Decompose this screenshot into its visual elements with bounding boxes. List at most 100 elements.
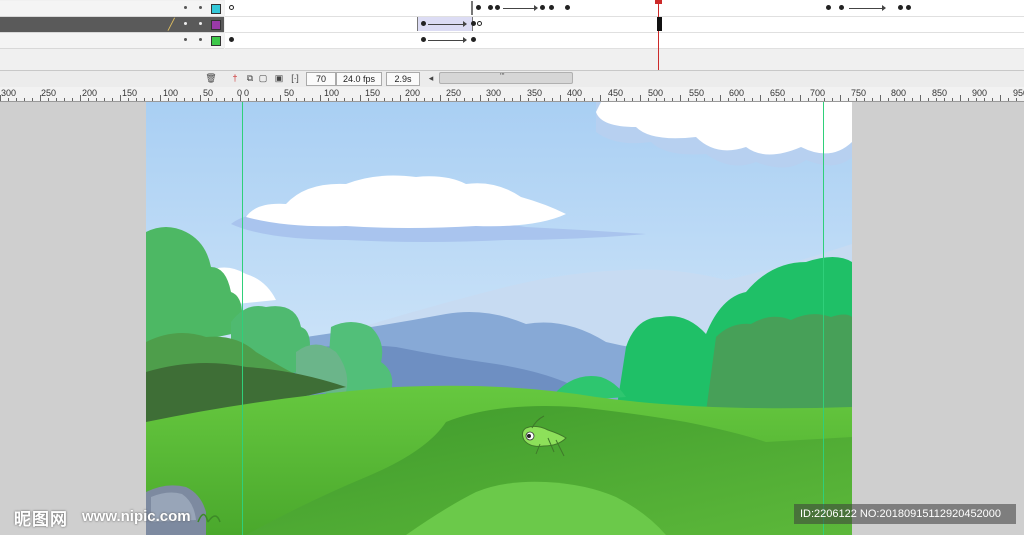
scrollbar-grip[interactable]: ''' [500,72,505,81]
ruler-tick [480,95,481,101]
ruler-tick [80,95,81,101]
ruler-tick [760,95,761,101]
ruler-tick [240,95,241,101]
ruler-tick [400,95,401,101]
keyframe-marker[interactable] [471,1,473,15]
vertical-guide[interactable] [242,102,243,535]
ruler-tick [848,98,849,101]
ruler-tick [56,98,57,101]
ruler-tick [552,98,553,101]
ruler-label: 650 [770,88,786,98]
empty-keyframe[interactable] [229,5,234,10]
ruler-tick [1000,95,1001,101]
lock-dot-icon[interactable] [199,22,202,25]
frame-row[interactable] [225,17,1024,33]
playhead-handle[interactable] [655,0,662,4]
ruler-tick [680,95,681,101]
keyframe[interactable] [826,5,831,10]
current-frame-field[interactable]: 70 [306,72,336,86]
lock-dot-icon[interactable] [199,6,202,9]
keyframe[interactable] [839,5,844,10]
ruler-tick [488,98,489,101]
keyframe[interactable] [421,37,426,42]
keyframe[interactable] [565,5,570,10]
ruler-label: 950 [1013,88,1024,98]
ruler-tick [856,98,857,101]
center-frame-icon[interactable]: † [231,73,239,84]
playhead[interactable] [658,0,659,70]
empty-keyframe[interactable] [477,21,482,26]
ruler-tick [24,98,25,101]
keyframe[interactable] [471,21,476,26]
ruler-tick [704,98,705,101]
ruler-tick [72,98,73,101]
keyframe[interactable] [476,5,481,10]
ruler-tick [8,98,9,101]
ruler-tick [248,98,249,101]
edit-multiple-frames-icon[interactable]: ▣ [274,73,284,84]
frame-row[interactable] [225,1,1024,17]
layer-row-bottom[interactable] [0,33,224,49]
ruler-label: 200 [82,88,98,98]
ruler-tick [296,98,297,101]
ruler-tick [456,98,457,101]
ruler-tick [720,95,721,101]
keyframe[interactable] [549,5,554,10]
ruler-tick [64,98,65,101]
keyframe[interactable] [906,5,911,10]
ruler-tick [656,98,657,101]
keyframe[interactable] [898,5,903,10]
layer-row-top[interactable] [0,1,224,17]
layer-row-selected[interactable]: ╱ [0,17,224,33]
ruler-tick [600,95,601,101]
frames-grid[interactable] [225,0,1024,49]
ruler-tick [192,98,193,101]
scene-illustration [146,102,852,535]
timeline-scrollbar[interactable] [439,72,573,84]
ruler-label: 400 [567,88,583,98]
keyframe[interactable] [488,5,493,10]
visibility-dot-icon[interactable] [184,6,187,9]
ruler-label: 200 [405,88,421,98]
onion-outline-icon[interactable]: ▢ [258,73,268,84]
vertical-guide[interactable] [823,102,824,535]
trash-icon[interactable]: 🗑 [205,73,217,84]
ruler-label: 500 [648,88,664,98]
stage-canvas[interactable] [146,102,852,535]
keyframe[interactable] [421,21,426,26]
ruler-tick [648,98,649,101]
ruler-tick [568,98,569,101]
visibility-dot-icon[interactable] [184,22,187,25]
ruler-tick [784,98,785,101]
keyframe[interactable] [471,37,476,42]
ruler-tick [528,98,529,101]
ruler-tick [32,98,33,101]
ruler-tick [640,95,641,101]
keyframe[interactable] [229,37,234,42]
visibility-dot-icon[interactable] [184,38,187,41]
ruler-tick [832,98,833,101]
keyframe[interactable] [540,5,545,10]
lock-dot-icon[interactable] [199,38,202,41]
layer-color-swatch[interactable] [211,36,221,46]
layer-color-swatch[interactable] [211,4,221,14]
ruler-tick [864,98,865,101]
ruler-tick [464,98,465,101]
frame-row[interactable] [225,33,1024,49]
ruler-tick [328,98,329,101]
ruler-tick [184,98,185,101]
modify-markers-icon[interactable]: [∙] [290,73,300,84]
layer-color-swatch[interactable] [211,20,221,30]
ruler-tick [728,98,729,101]
ruler-tick [272,98,273,101]
ruler-label: 900 [972,88,988,98]
ruler-tick [904,98,905,101]
elapsed-time-field: 2.9s [386,72,420,86]
ruler-label: 150 [365,88,381,98]
ruler-tick [360,95,361,101]
onion-skin-icon[interactable]: ⧉ [245,73,255,84]
keyframe[interactable] [495,5,500,10]
ruler-label: 450 [608,88,624,98]
frame-rate-field[interactable]: 24.0 fps [336,72,382,86]
scroll-left-icon[interactable]: ◂ [427,73,435,84]
